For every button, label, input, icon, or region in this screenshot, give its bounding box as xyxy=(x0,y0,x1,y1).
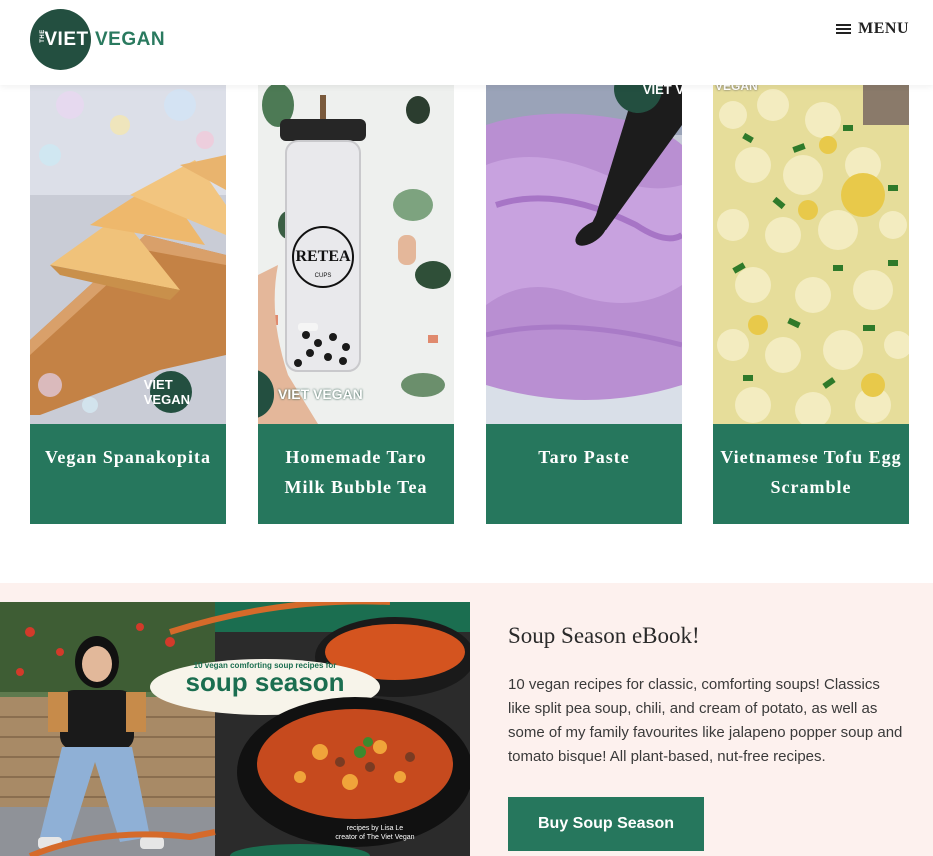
recipe-title-box: Taro Paste xyxy=(486,424,682,524)
recipe-image-tofu-scramble: VEGAN xyxy=(713,85,909,424)
watermark-logo: VIET VEGAN xyxy=(144,371,192,413)
ebook-promo-section: 10 vegan comforting soup recipes for sou… xyxy=(0,583,933,856)
logo-the-text: THE xyxy=(39,29,46,43)
recipe-card-taro-bubble-tea[interactable]: RETEA CUPS VIET VEGAN Homemade Taro Milk… xyxy=(258,85,454,524)
recipe-image-taro-paste: VIET V xyxy=(486,85,682,424)
ebook-cover-image[interactable]: 10 vegan comforting soup recipes for sou… xyxy=(0,602,470,856)
watermark-text: VEGAN xyxy=(715,85,758,93)
cup-logo-text: RETEA xyxy=(295,248,351,265)
recipe-title: Vietnamese Tofu Egg Scramble xyxy=(720,447,902,497)
recipe-title: Taro Paste xyxy=(538,447,630,467)
recipe-image-taro-bubble-tea: RETEA CUPS VIET VEGAN xyxy=(258,85,454,424)
cover-title: soup season xyxy=(186,667,345,697)
logo-circle: THE VIET xyxy=(30,9,91,70)
recipe-image-spanakopita: VIET VEGAN xyxy=(30,85,226,424)
watermark-text: VIET VEGAN xyxy=(143,377,190,407)
recipe-title-box: Vegan Spanakopita xyxy=(30,424,226,524)
recipe-title-box: Homemade Taro Milk Bubble Tea xyxy=(258,424,454,524)
logo-viet-text: VIET xyxy=(44,28,89,50)
menu-label: MENU xyxy=(858,20,909,37)
buy-soup-season-button[interactable]: Buy Soup Season xyxy=(508,797,704,851)
promo-heading: Soup Season eBook! xyxy=(508,623,700,648)
cover-credit-2: creator of The Viet Vegan xyxy=(335,834,414,841)
watermark-text: VIET V xyxy=(642,85,682,97)
watermark-logo: VIET V xyxy=(614,85,682,113)
hamburger-icon xyxy=(836,23,852,35)
menu-button[interactable]: MENU xyxy=(836,20,909,38)
site-header: THE VIET VEGAN MENU xyxy=(0,0,933,85)
watermark-text: VIET VEGAN xyxy=(278,386,363,402)
watermark-logo: VEGAN xyxy=(715,85,758,95)
cup-logo-sub: CUPS xyxy=(315,273,332,279)
recipe-card-spanakopita[interactable]: VIET VEGAN Vegan Spanakopita xyxy=(30,85,226,524)
recipe-card-tofu-scramble[interactable]: VEGAN Vietnamese Tofu Egg Scramble xyxy=(713,85,909,524)
logo-vegan-text: VEGAN xyxy=(95,28,166,50)
recipe-title: Homemade Taro Milk Bubble Tea xyxy=(284,447,428,497)
recipe-title: Vegan Spanakopita xyxy=(45,447,211,467)
recipe-title-box: Vietnamese Tofu Egg Scramble xyxy=(713,424,909,524)
watermark-logo: VIET VEGAN xyxy=(258,369,363,419)
site-logo[interactable]: THE VIET VEGAN xyxy=(30,9,165,70)
recipe-card-taro-paste[interactable]: VIET V Taro Paste xyxy=(486,85,682,524)
promo-description: 10 vegan recipes for classic, comforting… xyxy=(508,676,903,765)
cover-credit-1: recipes by Lisa Le xyxy=(347,825,404,832)
